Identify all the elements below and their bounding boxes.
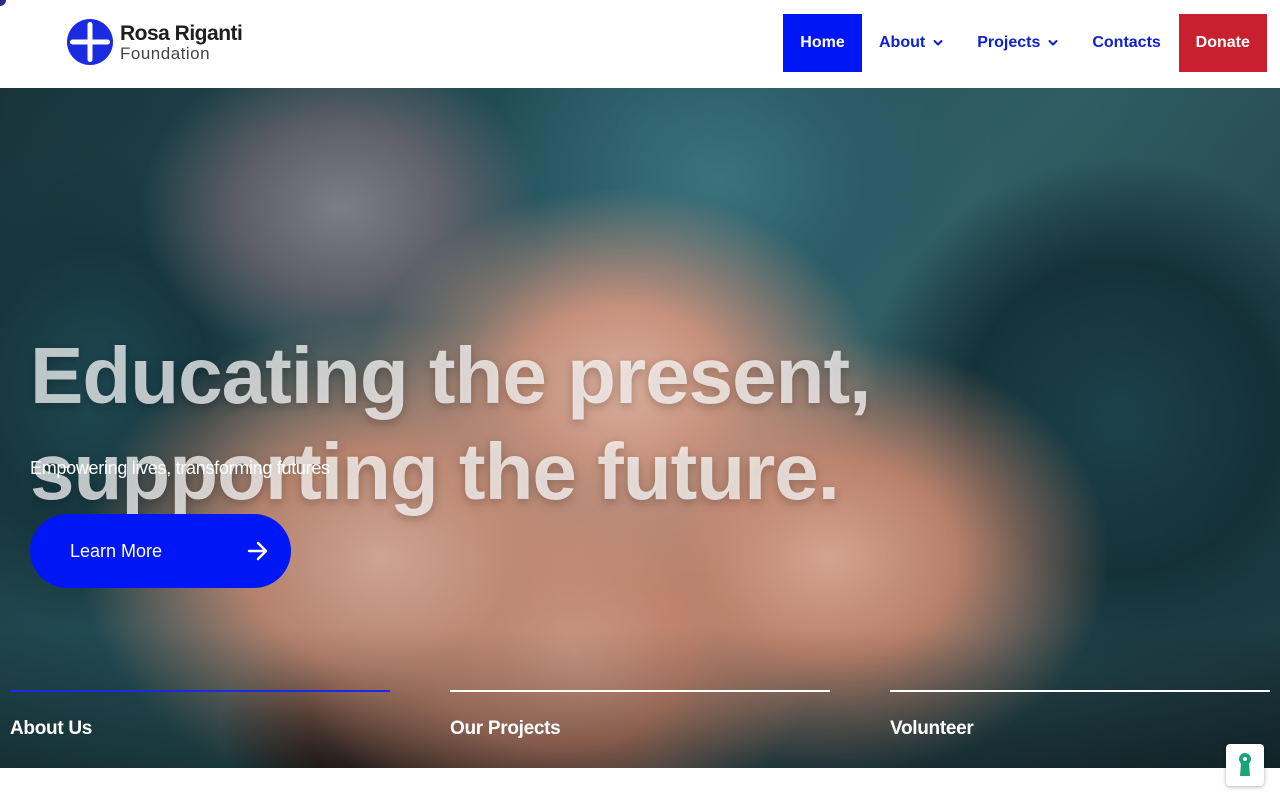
corner-indicator <box>0 0 6 6</box>
donate-button[interactable]: Donate <box>1178 14 1267 72</box>
cross-circle-logo-icon <box>67 19 113 65</box>
quick-links: About Us Our Projects Volunteer <box>0 690 1280 768</box>
quick-link-divider <box>450 690 830 692</box>
main-nav: Home About Projects Contacts Donate <box>783 14 1267 72</box>
learn-more-label: Learn More <box>70 540 163 561</box>
accessibility-widget-button[interactable] <box>1226 744 1264 786</box>
quick-link-about-us-label: About Us <box>10 718 93 739</box>
nav-contacts-label: Contacts <box>1092 34 1161 51</box>
nav-about-label: About <box>879 34 926 51</box>
quick-link-indicator <box>10 690 390 692</box>
chevron-down-icon <box>933 40 943 46</box>
quick-link-volunteer[interactable]: Volunteer <box>890 690 1270 768</box>
hero-headline-line-1: Educating the present, <box>30 331 871 420</box>
nav-projects[interactable]: Projects <box>960 14 1075 72</box>
hero-headline: Educating the present, supporting the fu… <box>30 328 1030 520</box>
quick-link-volunteer-label: Volunteer <box>890 718 974 739</box>
site-logo[interactable]: Rosa Riganti Foundation <box>66 18 243 66</box>
learn-more-button[interactable]: Learn More <box>30 514 291 588</box>
quick-link-about-us[interactable]: About Us <box>10 690 390 768</box>
hero-section: Educating the present, supporting the fu… <box>0 88 1280 768</box>
arrow-right-icon <box>247 541 268 561</box>
keyhole-accessibility-icon <box>1239 753 1251 776</box>
site-header: Rosa Riganti Foundation Home About Proje… <box>0 0 1280 88</box>
nav-projects-label: Projects <box>977 34 1041 51</box>
nav-home-label: Home <box>800 34 845 51</box>
donate-button-label: Donate <box>1195 34 1250 51</box>
quick-link-our-projects[interactable]: Our Projects <box>450 690 830 768</box>
nav-about[interactable]: About <box>862 14 960 72</box>
quick-link-divider <box>890 690 1270 692</box>
brand-name: Rosa Riganti <box>120 21 243 45</box>
chevron-down-icon <box>1048 40 1058 46</box>
quick-link-our-projects-label: Our Projects <box>450 718 561 739</box>
brand-subtitle: Foundation <box>120 43 211 63</box>
hero-tagline: Empowering lives, transforming futures <box>30 458 330 478</box>
nav-home[interactable]: Home <box>783 14 862 72</box>
nav-contacts[interactable]: Contacts <box>1075 14 1177 72</box>
